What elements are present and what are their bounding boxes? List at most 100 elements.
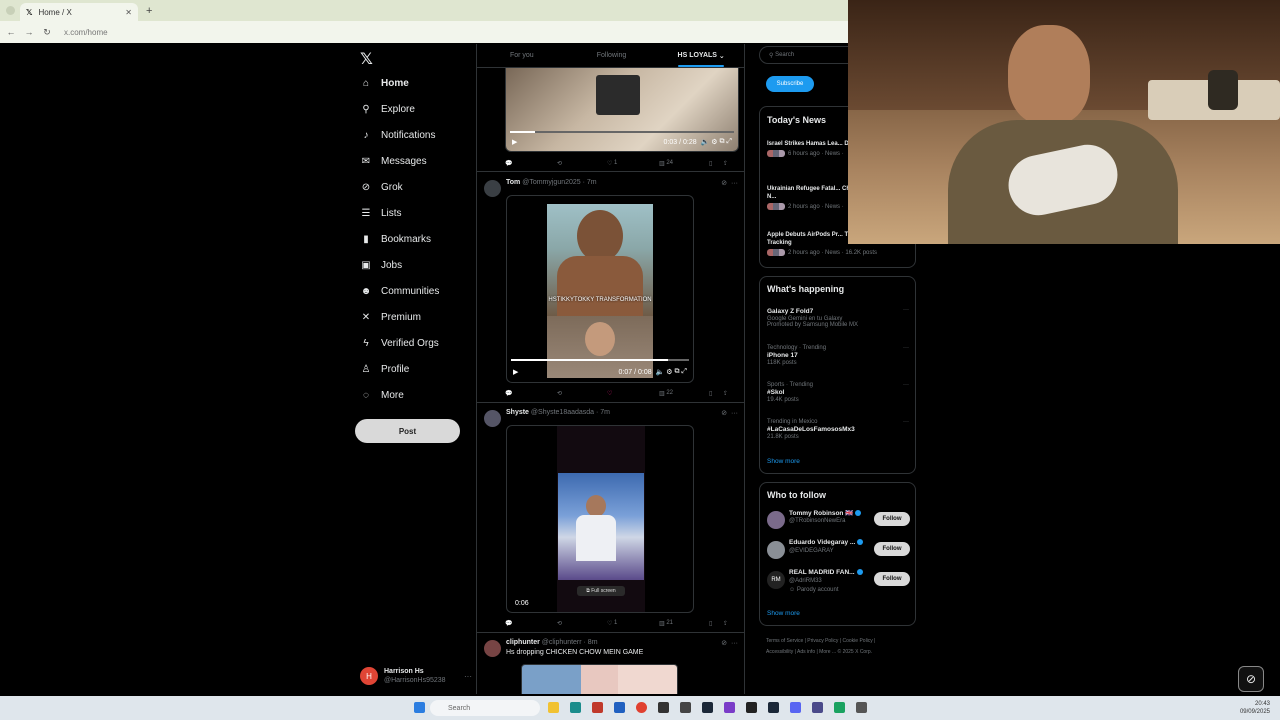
tweet-author[interactable]: cliphunter — [506, 639, 540, 646]
views-icon[interactable]: ▥ 21 — [659, 620, 709, 627]
more-dots-icon[interactable]: ··· — [731, 640, 738, 647]
follow-suggestion[interactable]: Tommy Robinson 🇬🇧 @TRobinsonNewEra Follo… — [767, 509, 912, 533]
like-icon[interactable]: ♡ 1 — [607, 160, 659, 167]
share-icon[interactable]: ⇪ — [723, 160, 728, 167]
grok-icon[interactable]: ⊘ — [721, 180, 727, 187]
app-icon[interactable] — [658, 702, 669, 713]
nav-more[interactable]: ◌ More — [360, 385, 404, 405]
more-dots-icon[interactable]: ··· — [464, 672, 472, 681]
grok-icon[interactable]: ⊘ — [721, 640, 727, 647]
show-more-link[interactable]: Show more — [767, 610, 800, 617]
edge-icon[interactable] — [570, 702, 581, 713]
nav-communities[interactable]: ☻ Communities — [360, 281, 440, 301]
tab-for-you[interactable]: For you — [477, 44, 567, 67]
nav-notifications[interactable]: ♪ Notifications — [360, 125, 436, 145]
more-dots-icon[interactable]: ··· — [731, 410, 738, 417]
taskbar-clock[interactable]: 20:43 09/09/2025 — [1240, 700, 1270, 716]
nav-profile[interactable]: ♙ Profile — [360, 359, 410, 379]
tweet-image[interactable] — [521, 664, 678, 694]
close-icon[interactable]: ✕ — [125, 8, 132, 17]
back-icon[interactable]: ← — [4, 27, 18, 37]
reply-icon[interactable]: 💬 — [505, 390, 557, 397]
nav-grok[interactable]: ⊘ Grok — [360, 177, 403, 197]
pip-icon[interactable]: ⧉ — [719, 138, 724, 146]
discord-icon[interactable] — [790, 702, 801, 713]
grok-icon[interactable]: ⊘ — [1238, 666, 1264, 692]
reload-icon[interactable]: ↻ — [40, 27, 54, 38]
nav-bookmarks[interactable]: ▮ Bookmarks — [360, 229, 431, 249]
steam-icon[interactable] — [768, 702, 779, 713]
app-icon[interactable] — [680, 702, 691, 713]
taskbar-search[interactable]: Search — [430, 700, 540, 716]
trend-item[interactable]: Galaxy Z Fold7 Google Gemini en tu Galax… — [767, 307, 912, 328]
bookmark-icon[interactable]: ▯ — [709, 160, 723, 167]
tab-following[interactable]: Following — [567, 44, 657, 67]
more-dots-icon[interactable]: ··· — [903, 419, 909, 425]
nav-explore[interactable]: ⚲ Explore — [360, 99, 415, 119]
volume-icon[interactable]: 🔈 — [701, 138, 710, 146]
tweet-author[interactable]: Tom — [506, 179, 520, 186]
epic-games-icon[interactable] — [746, 702, 757, 713]
app-icon[interactable] — [812, 702, 823, 713]
like-icon[interactable]: ♡ — [607, 390, 659, 397]
post-button[interactable]: Post — [355, 419, 460, 443]
outlook-icon[interactable] — [614, 702, 625, 713]
gear-icon[interactable]: ⚙ — [711, 138, 717, 146]
nav-lists[interactable]: ☰ Lists — [360, 203, 402, 223]
tweet[interactable]: cliphunter @cliphunterr · 8m ⊘ ··· Hs dr… — [477, 633, 744, 694]
mcafee-icon[interactable] — [592, 702, 603, 713]
retweet-icon[interactable]: ⟲ — [557, 620, 607, 627]
more-dots-icon[interactable]: ··· — [903, 382, 909, 388]
new-tab-icon[interactable]: + — [146, 5, 152, 17]
tab-hs-loyals[interactable]: HS LOYALS ⌄ — [656, 44, 744, 67]
footer-line[interactable]: Terms of Service | Privacy Policy | Cook… — [766, 636, 916, 647]
nav-jobs[interactable]: ▣ Jobs — [360, 255, 402, 275]
tweet-video[interactable]: HSTIKKYTOKKY TRANSFORMATION ▶ 0:07 / 0:0… — [506, 195, 694, 383]
windows-start-icon[interactable] — [414, 702, 425, 713]
subscribe-button[interactable]: Subscribe — [766, 76, 814, 92]
follow-suggestion[interactable]: RM REAL MADRID FAN... @AdriRM33 ☺ Parody… — [767, 569, 912, 599]
footer-line[interactable]: Accessibility | Ads info | More ... © 20… — [766, 647, 916, 658]
video-progress[interactable] — [511, 359, 689, 361]
retweet-icon[interactable]: ⟲ — [557, 390, 607, 397]
follow-button[interactable]: Follow — [874, 572, 910, 586]
volume-icon[interactable]: 🔈 — [656, 368, 665, 376]
nav-premium[interactable]: ✕ Premium — [360, 307, 421, 327]
avatar[interactable] — [484, 410, 501, 427]
views-icon[interactable]: ▥ 24 — [659, 160, 709, 167]
tweet[interactable]: Tom @Tommyjgun2025 · 7m ⊘ ··· HSTIKKYTOK… — [477, 173, 744, 403]
show-more-link[interactable]: Show more — [767, 458, 800, 465]
share-icon[interactable]: ⇪ — [723, 620, 728, 627]
account-switcher[interactable]: H Harrison Hs @HarrisonHs95238 ··· — [360, 664, 472, 688]
gear-icon[interactable]: ⚙ — [666, 368, 672, 376]
browser-tab[interactable]: 𝕏 Home / X ✕ — [20, 3, 138, 21]
avatar[interactable] — [484, 640, 501, 657]
steam-icon[interactable] — [702, 702, 713, 713]
forward-icon[interactable]: → — [22, 27, 36, 37]
more-dots-icon[interactable]: ··· — [903, 307, 909, 313]
chrome-icon[interactable] — [636, 702, 647, 713]
grok-icon[interactable]: ⊘ — [721, 410, 727, 417]
fullscreen-icon[interactable]: ⤢ — [726, 138, 732, 146]
nav-verified-orgs[interactable]: ϟ Verified Orgs — [360, 333, 438, 353]
bookmark-icon[interactable]: ▯ — [709, 390, 723, 397]
follow-button[interactable]: Follow — [874, 542, 910, 556]
like-icon[interactable]: ♡ 1 — [607, 620, 659, 627]
play-icon[interactable]: ▶ — [512, 138, 517, 146]
play-icon[interactable]: ▶ — [513, 368, 518, 376]
fullscreen-icon[interactable]: ⤢ — [681, 368, 687, 376]
tweet-menu[interactable]: ⊘ ··· — [721, 179, 738, 187]
follow-suggestion[interactable]: Eduardo Videgaray ... @EVIDEGARAY Follow — [767, 539, 912, 563]
more-dots-icon[interactable]: ··· — [731, 180, 738, 187]
nav-messages[interactable]: ✉ Messages — [360, 151, 427, 171]
avatar[interactable] — [484, 180, 501, 197]
tweet-video[interactable]: ⧉ Full screen 0:06 — [506, 425, 694, 613]
more-dots-icon[interactable]: ··· — [903, 345, 909, 351]
tweet-author[interactable]: Shyste — [506, 409, 529, 416]
share-icon[interactable]: ⇪ — [723, 390, 728, 397]
tweet-menu[interactable]: ⊘ ··· — [721, 409, 738, 417]
trend-item[interactable]: Trending in Mexico #LaCasaDeLosFamososMx… — [767, 419, 912, 440]
tweet-menu[interactable]: ⊘ ··· — [721, 639, 738, 647]
file-explorer-icon[interactable] — [548, 702, 559, 713]
x-logo-icon[interactable]: 𝕏 — [360, 49, 373, 69]
